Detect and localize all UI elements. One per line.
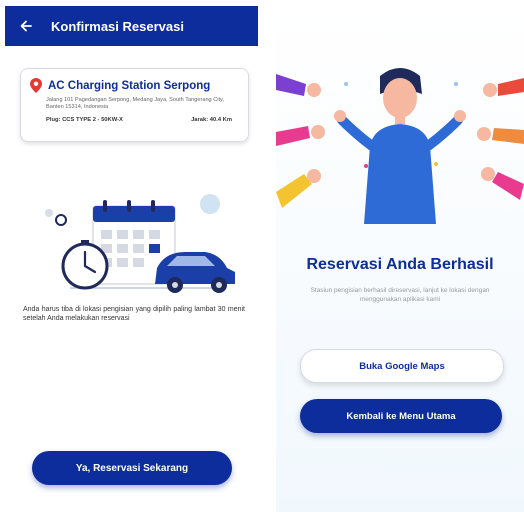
station-name: AC Charging Station Serpong bbox=[48, 79, 211, 92]
arrow-left-icon[interactable] bbox=[15, 15, 37, 37]
page-title: Konfirmasi Reservasi bbox=[51, 18, 184, 34]
success-title: Reservasi Anda Berhasil bbox=[306, 256, 494, 273]
arrival-notice: Anda harus tiba di lokasi pengisian yang… bbox=[23, 306, 245, 322]
success-description: Stasiun pengisian berhasil direservasi, … bbox=[310, 287, 490, 303]
station-address: Jalang 101 Pagedangan Serpong, Medang Ja… bbox=[46, 97, 224, 110]
open-google-maps-button[interactable]: Buka Google Maps bbox=[300, 349, 504, 383]
calendar-clock-car-illustration bbox=[45, 194, 235, 293]
station-card[interactable]: AC Charging Station Serpong Jalang 101 P… bbox=[20, 68, 249, 142]
plug-type: Plug: CCS TYPE 2 - 50KW-X bbox=[46, 117, 123, 123]
distance: Jarak: 40.4 Km bbox=[191, 117, 232, 123]
app-bar: Konfirmasi Reservasi bbox=[5, 6, 258, 46]
reserve-now-button[interactable]: Ya, Reservasi Sekarang bbox=[32, 451, 232, 485]
celebration-illustration bbox=[276, 68, 524, 224]
back-to-main-menu-button[interactable]: Kembali ke Menu Utama bbox=[300, 399, 502, 433]
location-pin-icon bbox=[30, 78, 42, 93]
reservation-success-screen: Reservasi Anda Berhasil Stasiun pengisia… bbox=[276, 6, 524, 512]
reservation-confirmation-screen: Konfirmasi Reservasi AC Charging Station… bbox=[5, 6, 258, 512]
